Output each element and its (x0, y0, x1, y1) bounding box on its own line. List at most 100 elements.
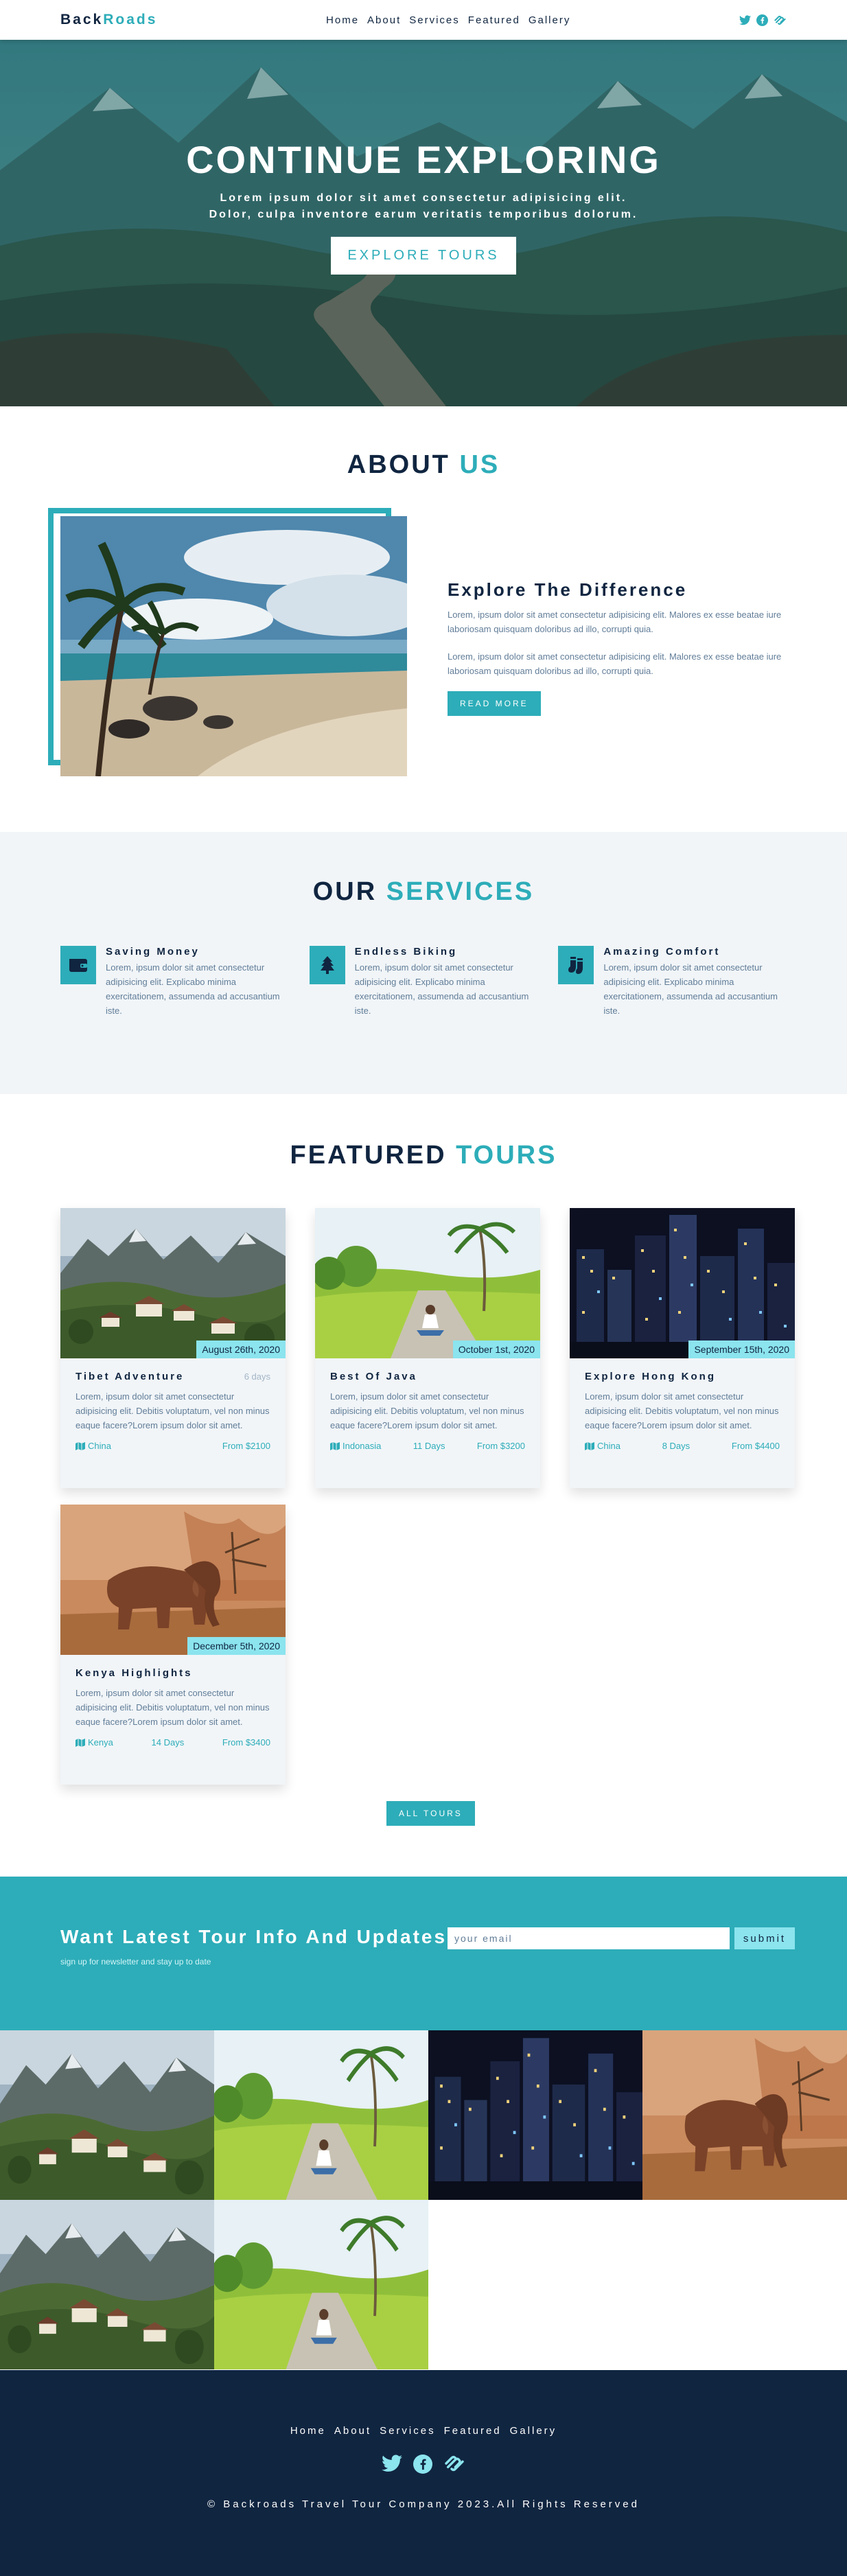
map-icon (330, 1441, 340, 1450)
tour-header: Tibet Adventure 6 days (76, 1371, 270, 1382)
service-title: Saving Money (106, 946, 200, 958)
newsletter-subtitle: sign up for newsletter and stay up to da… (60, 1957, 211, 1966)
brand-logo[interactable]: BackRoads (60, 12, 157, 28)
footer-link-services[interactable]: Services (380, 2425, 436, 2437)
gallery-item[interactable] (0, 2200, 214, 2369)
map-icon (76, 1738, 85, 1747)
hero-text: Lorem ipsum dolor sit amet consectetur a… (209, 192, 638, 220)
tour-date: September 15th, 2020 (688, 1341, 795, 1358)
all-tours-button[interactable]: ALL TOURS (386, 1801, 475, 1826)
tour-location: China (585, 1441, 620, 1451)
nav-link-about[interactable]: About (367, 14, 401, 26)
squarespace-icon[interactable] (774, 15, 787, 25)
services-section: OUR SERVICES Saving Money Lorem, ipsum d… (0, 832, 847, 1094)
tour-location: Indonasia (330, 1441, 381, 1451)
footer-social-icons (0, 2455, 847, 2474)
tour-image: September 15th, 2020 (570, 1208, 795, 1358)
wallet-icon (60, 946, 96, 984)
tours-title: FEATURED TOURS (0, 1141, 847, 1170)
tour-footer: China From $2100 (76, 1441, 270, 1451)
squarespace-icon[interactable] (443, 2455, 465, 2472)
tour-country: China (88, 1441, 111, 1451)
tour-card[interactable]: October 1st, 2020 Best Of Java Lorem, ip… (315, 1208, 540, 1488)
about-image (60, 516, 407, 776)
about-title-accent: US (459, 450, 500, 479)
gallery-item[interactable] (642, 2030, 847, 2200)
service-text: Lorem, ipsum dolor sit amet consectetur … (603, 962, 778, 1016)
services-title: OUR SERVICES (0, 877, 847, 907)
tour-description: Lorem, ipsum dolor sit amet consectetur … (585, 1391, 779, 1430)
tour-card[interactable]: December 5th, 2020 Kenya Highlights Lore… (60, 1505, 286, 1785)
tour-duration: 6 days (244, 1371, 270, 1382)
tour-name: Kenya Highlights (76, 1667, 193, 1679)
tour-price: From $2100 (222, 1441, 270, 1451)
service-text: Lorem, ipsum dolor sit amet consectetur … (354, 962, 529, 1016)
explore-tours-button[interactable]: EXPLORE TOURS (331, 237, 516, 275)
service-item: Amazing Comfort Lorem, ipsum dolor sit a… (558, 946, 795, 1018)
gallery-section (0, 2030, 847, 2370)
about-title-main: ABOUT (347, 450, 450, 479)
tour-price: From $3200 (476, 1441, 525, 1451)
tour-date: October 1st, 2020 (452, 1341, 540, 1358)
read-more-button[interactable]: READ MORE (448, 691, 541, 716)
tour-footer: China 8 Days From $4400 (585, 1441, 780, 1451)
service-text: Lorem, ipsum dolor sit amet consectetur … (106, 962, 280, 1016)
tour-duration: 14 Days (151, 1737, 185, 1748)
hero: CONTINUE EXPLORING Lorem ipsum dolor sit… (0, 40, 847, 406)
socks-icon (558, 946, 594, 984)
map-icon (76, 1441, 85, 1450)
tour-price: From $4400 (731, 1441, 780, 1451)
about-info: Explore The Difference Lorem, ipsum dolo… (448, 579, 798, 716)
footer: Home About Services Featured Gallery © B… (0, 2370, 847, 2576)
nav-link-gallery[interactable]: Gallery (529, 14, 571, 26)
footer-link-home[interactable]: Home (290, 2425, 326, 2437)
nav-link-services[interactable]: Services (409, 14, 460, 26)
tour-header: Kenya Highlights (76, 1667, 270, 1679)
nav-social-icons (739, 14, 787, 26)
tour-header: Explore Hong Kong (585, 1371, 780, 1382)
twitter-icon[interactable] (382, 2455, 402, 2472)
email-input[interactable] (448, 1927, 730, 1949)
facebook-icon[interactable] (756, 14, 768, 26)
gallery-item[interactable] (0, 2030, 214, 2200)
tour-info: Explore Hong Kong Lorem, ipsum dolor sit… (570, 1358, 795, 1451)
tour-description: Lorem, ipsum dolor sit amet consectetur … (76, 1688, 270, 1727)
submit-button[interactable]: submit (734, 1927, 795, 1949)
gallery-item[interactable] (214, 2200, 428, 2369)
tour-name: Explore Hong Kong (585, 1371, 716, 1382)
tour-country: Kenya (88, 1737, 113, 1748)
tour-card[interactable]: August 26th, 2020 Tibet Adventure 6 days… (60, 1208, 286, 1488)
tour-card[interactable]: September 15th, 2020 Explore Hong Kong L… (570, 1208, 795, 1488)
about-section: ABOUT US Explore The Difference Lorem, i… (0, 406, 847, 832)
footer-link-gallery[interactable]: Gallery (510, 2425, 557, 2437)
gallery-item[interactable] (214, 2030, 428, 2200)
tour-image: October 1st, 2020 (315, 1208, 540, 1358)
about-paragraph: Lorem, ipsum dolor sit amet consectetur … (448, 610, 782, 634)
nav-links: Home About Services Featured Gallery (326, 14, 570, 26)
tour-name: Best Of Java (330, 1371, 417, 1382)
map-icon (585, 1441, 594, 1450)
gallery-item[interactable] (428, 2030, 642, 2200)
tour-location: China (76, 1441, 111, 1451)
tour-footer: Indonasia 11 Days From $3200 (330, 1441, 525, 1451)
navbar: BackRoads Home About Services Featured G… (0, 0, 847, 40)
service-title: Amazing Comfort (603, 946, 721, 958)
facebook-icon[interactable] (413, 2455, 432, 2474)
hero-title: CONTINUE EXPLORING (186, 138, 661, 181)
brand-logo-part1: Back (60, 12, 104, 27)
tour-image: December 5th, 2020 (60, 1505, 286, 1655)
twitter-icon[interactable] (739, 14, 751, 25)
tour-header: Best Of Java (330, 1371, 525, 1382)
nav-link-featured[interactable]: Featured (468, 14, 520, 26)
tour-date: December 5th, 2020 (187, 1637, 286, 1655)
tour-footer: Kenya 14 Days From $3400 (76, 1737, 270, 1748)
services-grid: Saving Money Lorem, ipsum dolor sit amet… (60, 946, 795, 1018)
tours-title-accent: TOURS (456, 1141, 557, 1170)
nav-link-home[interactable]: Home (326, 14, 359, 26)
footer-link-featured[interactable]: Featured (444, 2425, 502, 2437)
service-item: Endless Biking Lorem, ipsum dolor sit am… (309, 946, 546, 1018)
footer-link-about[interactable]: About (334, 2425, 371, 2437)
about-title: ABOUT US (0, 450, 847, 480)
services-title-accent: SERVICES (386, 877, 535, 906)
about-paragraph: Lorem, ipsum dolor sit amet consectetur … (448, 651, 782, 676)
